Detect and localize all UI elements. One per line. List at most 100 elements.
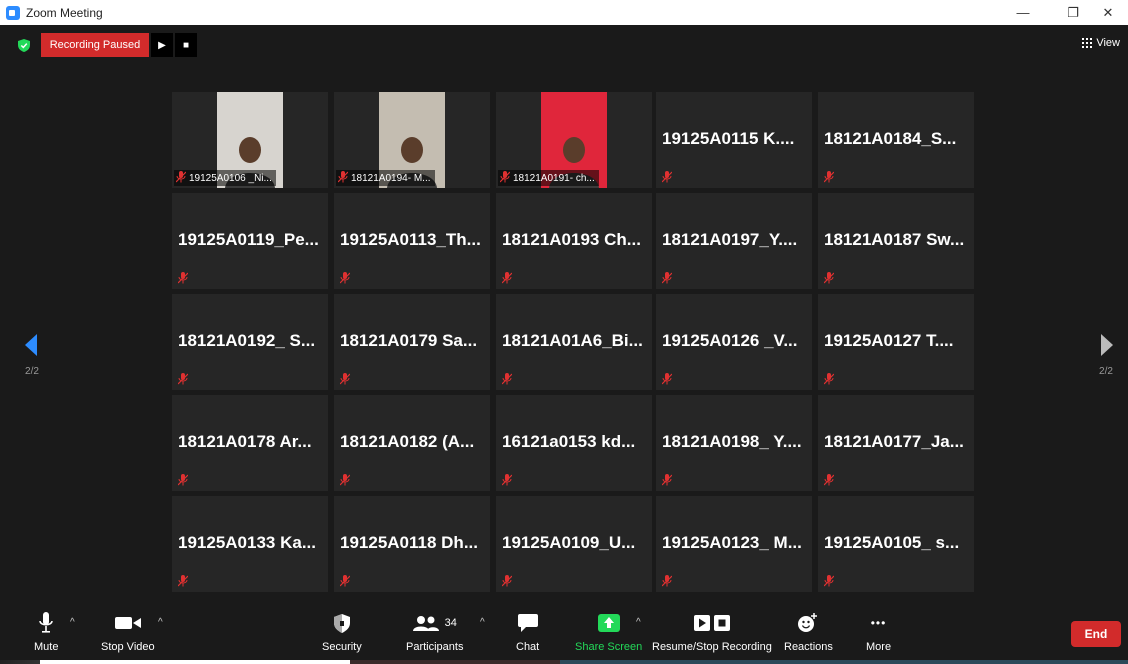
muted-microphone-icon [177,473,189,486]
muted-microphone-icon [661,473,673,486]
participant-tile[interactable]: 19125A0106 _Ni... [172,92,328,188]
participant-name: 19125A0119_Pe... [178,230,319,249]
participant-name: 19125A0115 K.... [662,129,795,148]
participant-name: 19125A0118 Dh... [340,533,478,552]
muted-microphone-icon [339,372,351,385]
participant-tile[interactable]: 18121A0178 Ar... [172,395,328,491]
muted-microphone-icon [501,271,513,284]
stop-video-button[interactable]: Stop Video [101,611,155,653]
muted-microphone-icon [823,473,835,486]
reactions-label: Reactions [784,641,833,653]
participant-tile[interactable]: 18121A0184_S... [818,92,974,188]
participants-label: Participants [406,641,464,653]
muted-microphone-icon [175,170,187,186]
end-meeting-button[interactable]: End [1071,621,1121,647]
more-button[interactable]: ••• More [866,611,891,653]
participants-options-caret[interactable]: ^ [480,617,485,628]
chevron-left-icon [25,333,37,356]
grid-view-icon [1082,38,1093,48]
participant-tile[interactable]: 18121A0182 (A... [334,395,490,491]
muted-microphone-icon [177,271,189,284]
participant-tile[interactable]: 19125A0118 Dh... [334,496,490,592]
participant-name: 18121A0197_Y.... [662,230,798,249]
participant-tile[interactable]: 18121A01A6_Bi... [496,294,652,390]
participant-name: 18121A0177_Ja... [824,432,964,451]
participant-tile[interactable]: 19125A0115 K.... [656,92,812,188]
participant-name: 19125A0127 T.... [824,331,954,350]
previous-page-button[interactable]: 2/2 [12,305,52,405]
mute-button[interactable]: Mute [34,611,58,653]
participant-name: 16121a0153 kd... [502,432,636,451]
resume-recording-button[interactable]: ▶ [151,33,173,57]
participant-tile[interactable]: 18121A0191- ch... [496,92,652,188]
muted-microphone-icon [661,574,673,587]
muted-microphone-icon [823,372,835,385]
security-label: Security [322,641,362,653]
muted-microphone-icon [177,574,189,587]
audio-options-caret[interactable]: ^ [70,617,75,628]
participant-name: 18121A0179 Sa... [340,331,478,350]
participant-name: 18121A0194- M... [351,172,431,184]
reactions-smiley-icon [798,613,818,632]
participant-tile[interactable]: 19125A0133 Ka... [172,496,328,592]
muted-microphone-icon [177,372,189,385]
participants-button[interactable]: 34 Participants [406,611,463,653]
share-screen-arrow-icon [597,614,620,632]
mute-label: Mute [34,641,59,653]
meeting-toolbar: Mute ^ Stop Video ^ Security 34 Particip… [0,607,1128,664]
resume-stop-recording-button[interactable]: Resume/Stop Recording [652,611,772,653]
participant-name: 19125A0123_ M... [662,533,802,552]
participant-name: 18121A0198_ Y.... [662,432,802,451]
reactions-button[interactable]: Reactions [784,611,833,653]
participant-tile[interactable]: 18121A0177_Ja... [818,395,974,491]
chat-button[interactable]: Chat [516,611,539,653]
stop-recording-button[interactable]: ■ [175,33,197,57]
participant-tile[interactable]: 16121a0153 kd... [496,395,652,491]
minimize-button[interactable]: — [1003,0,1043,25]
participant-tile[interactable]: 18121A0197_Y.... [656,193,812,289]
participant-name: 19125A0106 _Ni... [189,172,272,184]
muted-microphone-icon [499,170,511,186]
stop-recording-icon [713,615,730,631]
participant-tile[interactable]: 18121A0187 Sw... [818,193,974,289]
participant-name: 18121A0193 Ch... [502,230,641,249]
participant-name: 18121A0178 Ar... [178,432,312,451]
security-button[interactable]: Security [322,611,362,653]
recording-status-badge: Recording Paused [41,33,149,57]
participant-tile[interactable]: 19125A0119_Pe... [172,193,328,289]
participant-name-label: 19125A0106 _Ni... [174,170,276,186]
next-page-button[interactable]: 2/2 [1086,305,1126,405]
share-screen-label: Share Screen [575,641,643,653]
more-label: More [866,641,892,653]
close-button[interactable]: ✕ [1088,0,1128,25]
participant-tile[interactable]: 18121A0194- M... [334,92,490,188]
share-screen-button[interactable]: Share Screen [575,611,642,653]
participant-tile[interactable]: 19125A0127 T.... [818,294,974,390]
page-indicator-right: 2/2 [1099,365,1113,377]
view-button[interactable]: View [1082,37,1120,49]
participant-tile[interactable]: 18121A0179 Sa... [334,294,490,390]
video-options-caret[interactable]: ^ [158,617,163,628]
muted-microphone-icon [661,271,673,284]
muted-microphone-icon [661,170,673,183]
participant-name: 19125A0109_U... [502,533,636,552]
participant-tile[interactable]: 19125A0126 _V... [656,294,812,390]
restore-button[interactable]: ❐ [1053,0,1093,25]
participant-tile[interactable]: 19125A0113_Th... [334,193,490,289]
participant-name: 18121A0191- ch... [513,172,595,184]
muted-microphone-icon [823,574,835,587]
participant-tile[interactable]: 19125A0123_ M... [656,496,812,592]
participant-tile[interactable]: 19125A0105_ s... [818,496,974,592]
participant-tile[interactable]: 19125A0109_U... [496,496,652,592]
participant-tile[interactable]: 18121A0198_ Y.... [656,395,812,491]
encryption-shield-icon[interactable] [18,39,30,52]
zoom-app-icon [6,5,20,20]
share-options-caret[interactable]: ^ [636,617,641,628]
taskbar-edge [0,660,1128,664]
muted-microphone-icon [501,574,513,587]
participant-name: 19125A0113_Th... [340,230,481,249]
stop-video-label: Stop Video [101,641,155,653]
participant-tile[interactable]: 18121A0193 Ch... [496,193,652,289]
participant-tile[interactable]: 18121A0192_ S... [172,294,328,390]
meeting-stage: Recording Paused ▶ ■ View 2/2 2/2 19125A… [0,25,1128,607]
